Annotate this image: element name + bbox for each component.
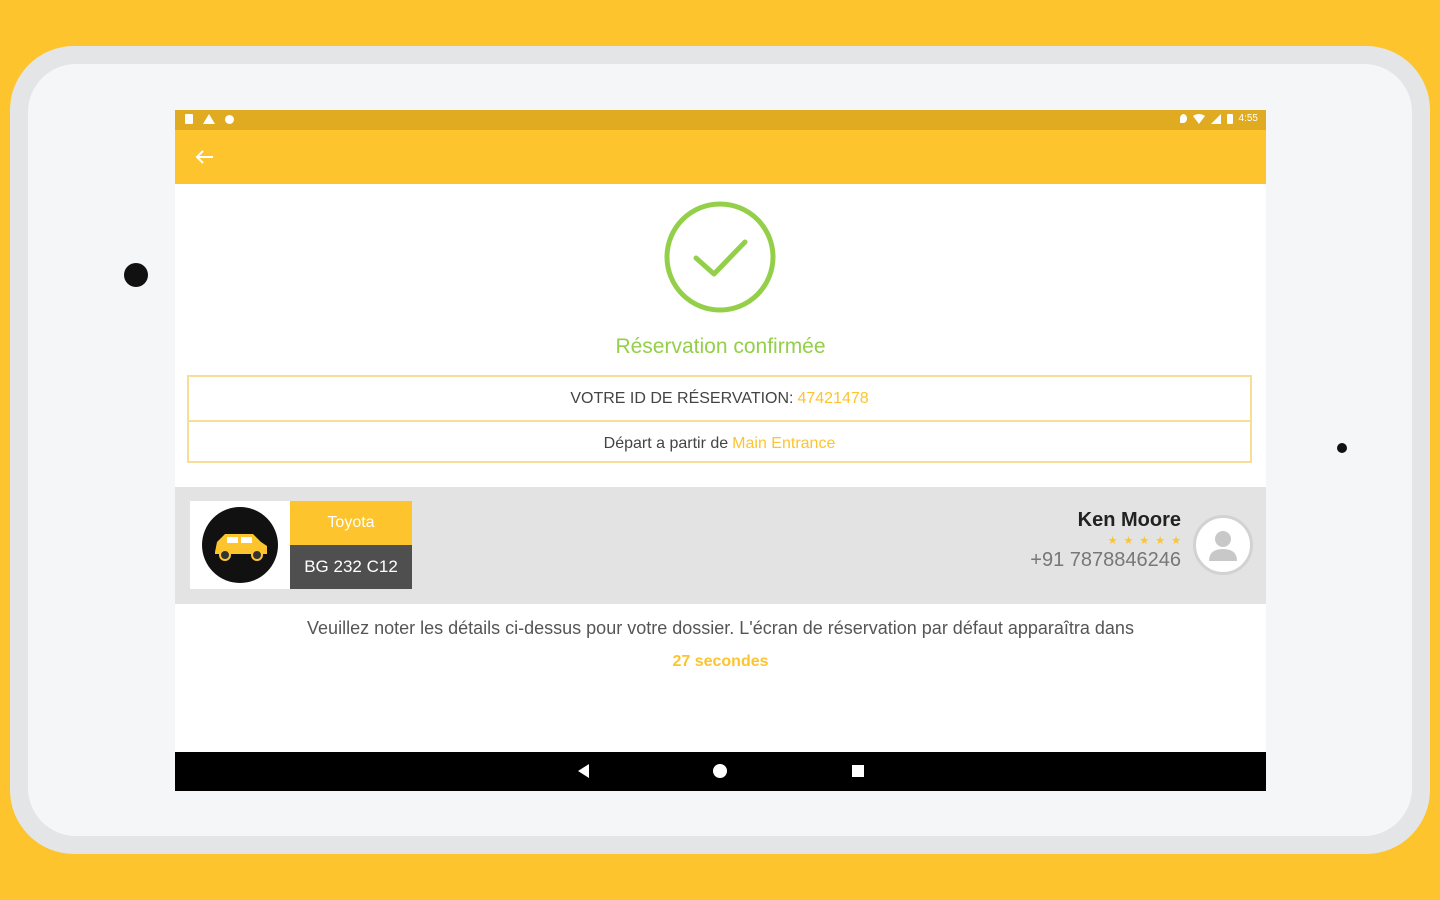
user-avatar-icon	[1193, 515, 1253, 575]
taxi-car-icon	[190, 501, 290, 589]
check-circle-icon	[663, 200, 777, 314]
app-screen: 4:55 Réservation confirmée VOTRE ID DE R…	[175, 110, 1266, 791]
car-card: Toyota BG 232 C12	[190, 501, 412, 589]
wifi-icon	[1192, 113, 1205, 124]
note-text: Veuillez noter les détails ci-dessus pou…	[307, 618, 1134, 638]
departure-label: Départ a partir de	[603, 434, 729, 452]
nav-recent-icon[interactable]	[852, 765, 864, 777]
booking-id-row: VOTRE ID DE RÉSERVATION: 47421478	[189, 377, 1250, 420]
departure-value: Main Entrance	[732, 434, 836, 452]
message-icon	[225, 114, 234, 124]
system-nav-bar	[175, 752, 1266, 791]
front-camera	[124, 263, 148, 287]
driver-name: Ken Moore	[1077, 509, 1181, 531]
app-bar	[175, 130, 1266, 184]
confirmation-title: Réservation confirmée	[615, 335, 826, 358]
battery-icon	[1226, 113, 1233, 124]
nav-back-icon[interactable]	[578, 764, 589, 778]
car-plate: BG 232 C12	[290, 545, 412, 589]
nav-home-icon[interactable]	[713, 764, 727, 778]
signal-icon	[1210, 113, 1221, 124]
status-bar: 4:55	[175, 110, 1266, 130]
car-brand: Toyota	[290, 501, 412, 545]
booking-id-label: VOTRE ID DE RÉSERVATION:	[570, 389, 794, 407]
driver-section: Toyota BG 232 C12 Ken Moore ★★★★★ +91 78…	[175, 487, 1266, 604]
status-time: 4:55	[1238, 113, 1258, 124]
light-sensor	[1337, 443, 1347, 453]
back-button[interactable]	[191, 143, 219, 171]
booking-info-box: VOTRE ID DE RÉSERVATION: 47421478 Départ…	[187, 375, 1252, 463]
warning-icon	[203, 114, 215, 124]
booking-id-value: 47421478	[797, 389, 869, 407]
sim-icon	[185, 114, 193, 124]
arrow-left-icon	[195, 150, 213, 164]
location-icon	[1179, 114, 1187, 123]
departure-row: Départ a partir de Main Entrance	[189, 420, 1250, 465]
driver-phone[interactable]: +91 7878846246	[1030, 549, 1181, 572]
driver-rating: ★★★★★	[1107, 535, 1187, 547]
countdown: 27 secondes	[672, 653, 769, 670]
driver-info: Ken Moore ★★★★★ +91 7878846246	[1030, 509, 1181, 572]
